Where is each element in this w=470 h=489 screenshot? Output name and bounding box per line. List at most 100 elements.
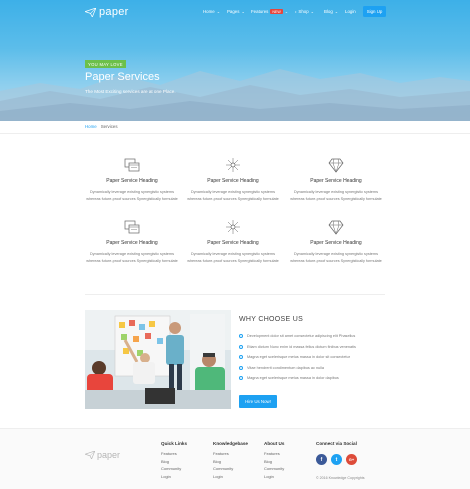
nav-item-blog[interactable]: Blog ⌄ bbox=[324, 9, 338, 14]
brand-name: paper bbox=[99, 6, 129, 18]
browser-windows-icon bbox=[124, 220, 140, 234]
footer-link[interactable]: Login bbox=[264, 473, 284, 481]
chevron-down-icon: ⌄ bbox=[284, 9, 289, 14]
list-item-text: Development dolor sit amet consectetur a… bbox=[247, 334, 356, 339]
footer-link[interactable]: Login bbox=[161, 473, 187, 481]
footer-link[interactable]: Features bbox=[264, 450, 284, 458]
service-text: Dynamically leverage existing synergisti… bbox=[80, 251, 184, 265]
footer-column-title: About Us bbox=[264, 441, 285, 446]
list-item: Magna eget scelerisque metus massa in do… bbox=[239, 352, 356, 363]
footer-link[interactable]: Community bbox=[213, 465, 248, 473]
service-heading: Paper Service Heading bbox=[310, 240, 362, 246]
brand-logo[interactable]: paper bbox=[85, 6, 129, 18]
nav-item-features[interactable]: Features NEW ⌄ bbox=[251, 9, 288, 14]
bullet-icon: • bbox=[295, 9, 297, 14]
paper-plane-icon bbox=[85, 451, 95, 459]
divider bbox=[0, 133, 470, 134]
hero-banner: paper Home ⌄ Pages ⌄ Features NEW ⌄ • Shop ⌄… bbox=[0, 0, 470, 121]
service-text-line: whereas future-proof sources Synergistic… bbox=[187, 197, 279, 201]
hero-subtitle: The Most Exciting services are at one Pl… bbox=[85, 89, 176, 94]
list-item-text: Etiam dictum Nunc enim id massa fellus d… bbox=[247, 344, 356, 349]
google-plus-icon[interactable]: G+ bbox=[346, 454, 357, 465]
breadcrumb: Home Services bbox=[85, 124, 118, 129]
hire-us-button[interactable]: Hire Us Now! bbox=[239, 395, 277, 408]
network-nodes-icon bbox=[226, 158, 240, 172]
signup-button[interactable]: Sign Up bbox=[363, 6, 386, 17]
network-nodes-icon bbox=[226, 220, 240, 234]
footer-column-title: Knowledgebase bbox=[213, 441, 248, 446]
facebook-icon[interactable]: f bbox=[316, 454, 327, 465]
chevron-down-icon: ⌄ bbox=[310, 9, 315, 14]
service-text-line: whereas future-proof sources Synergistic… bbox=[290, 259, 382, 263]
page-title: Paper Services bbox=[85, 71, 160, 83]
footer-link[interactable]: Blog bbox=[213, 458, 248, 466]
why-choose-us-title: WHY CHOOSE US bbox=[239, 316, 304, 323]
footer-link[interactable]: Features bbox=[213, 450, 248, 458]
list-item: Etiam dictum Nunc enim id massa fellus d… bbox=[239, 342, 356, 353]
service-heading: Paper Service Heading bbox=[106, 178, 158, 184]
footer-link[interactable]: Login bbox=[213, 473, 248, 481]
service-text: Dynamically leverage existing synergisti… bbox=[181, 251, 285, 265]
service-card: Paper Service Heading Dynamically levera… bbox=[284, 157, 388, 203]
social-links: f t G+ bbox=[316, 454, 357, 465]
service-text-line: Dynamically leverage existing synergisti… bbox=[191, 252, 275, 256]
chevron-down-icon: ⌄ bbox=[241, 9, 245, 14]
chevron-down-icon: ⌄ bbox=[334, 9, 339, 14]
service-heading: Paper Service Heading bbox=[207, 240, 259, 246]
team-photo bbox=[85, 310, 231, 409]
service-heading: Paper Service Heading bbox=[310, 178, 362, 184]
service-text: Dynamically leverage existing synergisti… bbox=[181, 189, 285, 203]
footer-link[interactable]: Blog bbox=[161, 458, 187, 466]
service-text-line: whereas future-proof sources Synergistic… bbox=[187, 259, 279, 263]
team-photo-illustration bbox=[85, 310, 231, 409]
service-text: Dynamically leverage existing synergisti… bbox=[284, 189, 388, 203]
breadcrumb-current: Services bbox=[100, 124, 118, 129]
nav-label: Features bbox=[251, 9, 269, 14]
nav-label: Home bbox=[203, 9, 215, 14]
service-text-line: whereas future-proof sources Synergistic… bbox=[290, 197, 382, 201]
circle-bullet-icon bbox=[239, 344, 243, 349]
footer-link[interactable]: Community bbox=[161, 465, 187, 473]
service-card: Paper Service Heading Dynamically levera… bbox=[181, 219, 285, 265]
nav-label: Pages bbox=[227, 9, 240, 14]
footer-link[interactable]: Community bbox=[264, 465, 284, 473]
service-text-line: whereas future-proof sources Synergistic… bbox=[86, 259, 178, 263]
footer-logo[interactable]: paper bbox=[85, 450, 120, 460]
service-text: Dynamically leverage existing synergisti… bbox=[80, 189, 184, 203]
browser-windows-icon bbox=[124, 158, 140, 172]
footer-column-title: Quick Links bbox=[161, 441, 188, 446]
service-text-line: Dynamically leverage existing synergisti… bbox=[294, 252, 378, 256]
chevron-down-icon: ⌄ bbox=[216, 9, 221, 14]
hero-tag: YOU MAY LOVE bbox=[85, 60, 126, 68]
footer-link[interactable]: Features bbox=[161, 450, 187, 458]
list-item: Development dolor sit amet consectetur a… bbox=[239, 331, 356, 342]
why-list: Development dolor sit amet consectetur a… bbox=[239, 331, 356, 384]
service-text-line: Dynamically leverage existing synergisti… bbox=[90, 252, 174, 256]
footer-column-social: Connect via Social bbox=[316, 441, 357, 450]
nav-item-pages[interactable]: Pages ⌄ bbox=[227, 9, 245, 14]
footer-column-title: Connect via Social bbox=[316, 441, 357, 446]
circle-bullet-icon bbox=[239, 376, 243, 381]
service-card: Paper Service Heading Dynamically levera… bbox=[181, 157, 285, 203]
mountain-illustration bbox=[0, 69, 470, 121]
service-text-line: Dynamically leverage existing synergisti… bbox=[191, 190, 275, 194]
divider bbox=[85, 294, 385, 295]
service-text-line: whereas future-proof sources Synergistic… bbox=[86, 197, 178, 201]
diamond-icon bbox=[328, 158, 344, 173]
footer-brand-name: paper bbox=[97, 450, 121, 460]
service-card: Paper Service Heading Dynamically levera… bbox=[80, 219, 184, 265]
nav-item-shop[interactable]: • Shop ⌄ bbox=[295, 9, 314, 14]
nav-item-home[interactable]: Home ⌄ bbox=[203, 9, 220, 14]
nav-label: Shop bbox=[298, 9, 309, 14]
list-item: Vitae hendrerit condimentum dapibus ac n… bbox=[239, 363, 356, 374]
list-item-text: Magna eget scelerisque metus massa in do… bbox=[247, 376, 339, 381]
footer-link[interactable]: Blog bbox=[264, 458, 284, 466]
service-heading: Paper Service Heading bbox=[207, 178, 259, 184]
circle-bullet-icon bbox=[239, 334, 243, 339]
twitter-icon[interactable]: t bbox=[331, 454, 342, 465]
copyright: © 2016 Knowledge Copyrights bbox=[316, 476, 365, 480]
diamond-icon bbox=[328, 220, 344, 235]
nav-label: Blog bbox=[324, 9, 333, 14]
nav-item-login[interactable]: Login bbox=[345, 9, 356, 14]
breadcrumb-home-link[interactable]: Home bbox=[85, 124, 97, 129]
